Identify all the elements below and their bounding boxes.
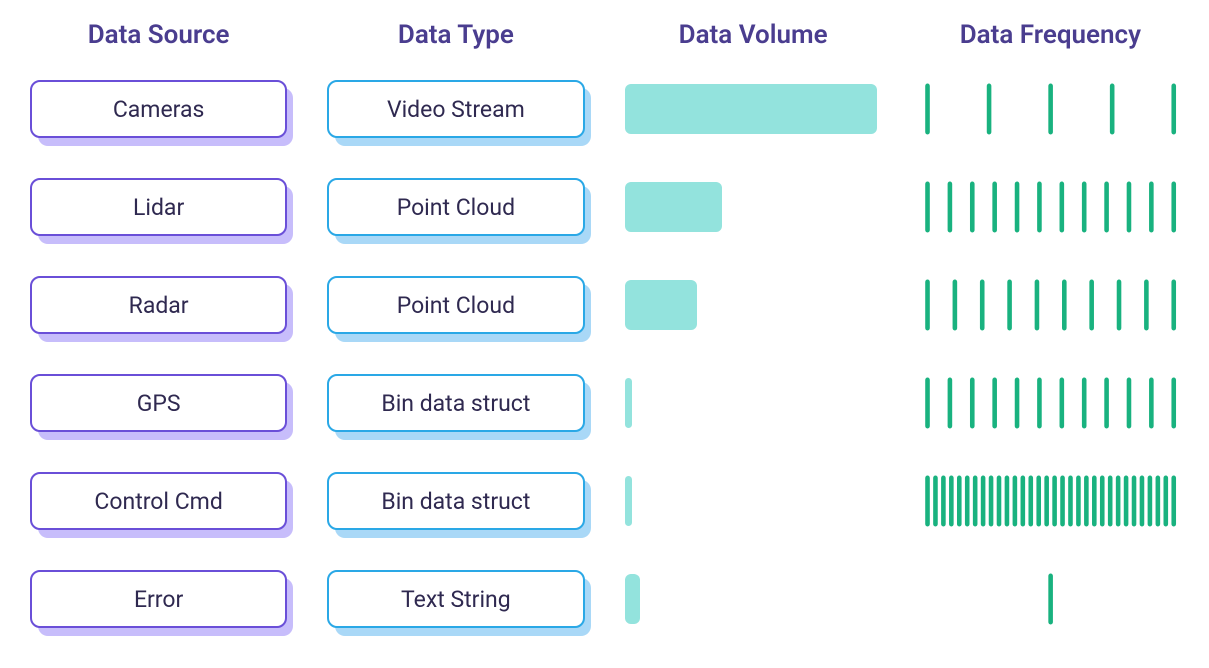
column-header-source: Data Source (30, 20, 287, 54)
volume-bar (625, 276, 882, 334)
frequency-ticks (922, 276, 1179, 334)
source-box: Control Cmd (30, 472, 287, 532)
column-header-type: Data Type (327, 20, 584, 54)
frequency-ticks (922, 374, 1179, 432)
source-box: Error (30, 570, 287, 630)
source-label: Error (30, 570, 287, 628)
source-box: Radar (30, 276, 287, 336)
source-label: Radar (30, 276, 287, 334)
volume-bar (625, 570, 882, 628)
source-box: Lidar (30, 178, 287, 238)
type-label: Point Cloud (327, 178, 584, 236)
volume-bar (625, 178, 882, 236)
type-label: Bin data struct (327, 472, 584, 530)
type-label: Bin data struct (327, 374, 584, 432)
volume-bar (625, 472, 882, 530)
frequency-ticks (922, 570, 1179, 628)
volume-bar (625, 80, 882, 138)
type-label: Point Cloud (327, 276, 584, 334)
type-box: Text String (327, 570, 584, 630)
type-box: Point Cloud (327, 276, 584, 336)
type-box: Video Stream (327, 80, 584, 140)
type-box: Point Cloud (327, 178, 584, 238)
type-box: Bin data struct (327, 374, 584, 434)
source-label: Control Cmd (30, 472, 287, 530)
frequency-ticks (922, 80, 1179, 138)
type-label: Text String (327, 570, 584, 628)
volume-bar (625, 374, 882, 432)
source-label: Lidar (30, 178, 287, 236)
source-label: Cameras (30, 80, 287, 138)
source-box: GPS (30, 374, 287, 434)
source-label: GPS (30, 374, 287, 432)
type-label: Video Stream (327, 80, 584, 138)
source-box: Cameras (30, 80, 287, 140)
frequency-ticks (922, 472, 1179, 530)
column-header-volume: Data Volume (625, 20, 882, 54)
frequency-ticks (922, 178, 1179, 236)
column-header-frequency: Data Frequency (922, 20, 1179, 54)
type-box: Bin data struct (327, 472, 584, 532)
